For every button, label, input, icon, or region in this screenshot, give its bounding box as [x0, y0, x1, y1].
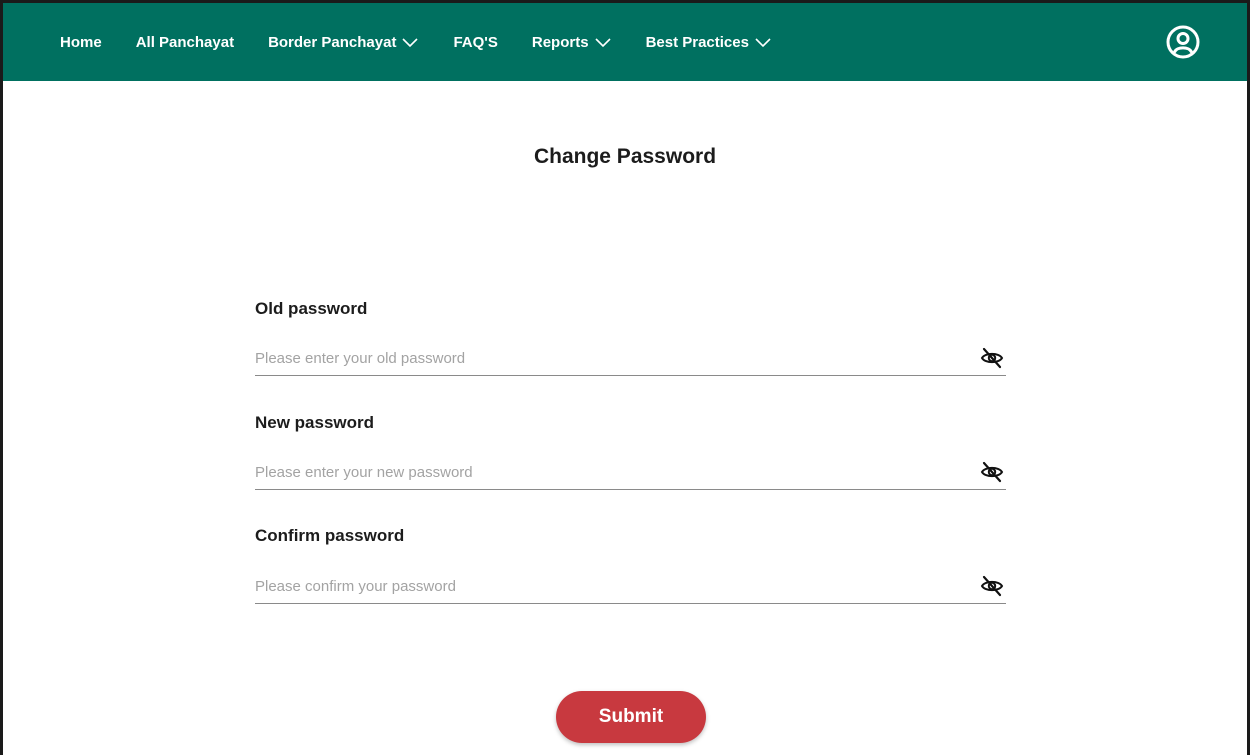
page-title: Change Password — [533, 145, 717, 168]
nav-item-border-panchayat[interactable]: Border Panchayat — [268, 34, 419, 51]
eye-slash-icon[interactable] — [980, 574, 1004, 598]
page-frame: Home All Panchayat Border Panchayat FAQ'… — [0, 0, 1250, 755]
old-password-group: Old password — [255, 299, 1006, 376]
new-password-group: New password — [255, 413, 1006, 490]
submit-button[interactable]: Submit — [556, 691, 706, 743]
old-password-row — [255, 341, 1006, 376]
nav-item-label: Border Panchayat — [268, 33, 397, 51]
nav-item-reports[interactable]: Reports — [532, 34, 612, 51]
nav-item-label: All Panchayat — [135, 33, 235, 51]
eye-slash-icon[interactable] — [980, 346, 1004, 370]
chevron-down-icon — [755, 38, 771, 48]
confirm-password-label: Confirm password — [255, 526, 405, 545]
nav-item-home[interactable]: Home — [60, 34, 102, 51]
new-password-label: New password — [255, 413, 375, 432]
confirm-password-group: Confirm password — [255, 526, 1006, 604]
nav-item-label: Reports — [531, 33, 589, 51]
confirm-password-row — [255, 569, 1006, 604]
old-password-input[interactable] — [255, 343, 980, 373]
chevron-down-icon — [594, 38, 611, 48]
new-password-input[interactable] — [255, 457, 980, 487]
eye-slash-icon[interactable] — [980, 460, 1004, 484]
nav-item-best-practices[interactable]: Best Practices — [646, 34, 772, 51]
nav-item-label: Best Practices — [645, 33, 749, 51]
nav-item-all-panchayat[interactable]: All Panchayat — [136, 34, 234, 51]
nav-item-faqs[interactable]: FAQ'S — [453, 34, 497, 51]
top-navbar: Home All Panchayat Border Panchayat FAQ'… — [3, 3, 1247, 81]
chevron-down-icon — [402, 38, 419, 48]
user-circle-icon[interactable] — [1166, 25, 1200, 59]
new-password-row — [255, 455, 1006, 490]
nav-menu: Home All Panchayat Border Panchayat FAQ'… — [60, 3, 806, 81]
old-password-label: Old password — [255, 299, 368, 318]
nav-item-label: Home — [60, 33, 102, 51]
confirm-password-input[interactable] — [255, 571, 980, 601]
nav-item-label: FAQ'S — [453, 33, 498, 51]
